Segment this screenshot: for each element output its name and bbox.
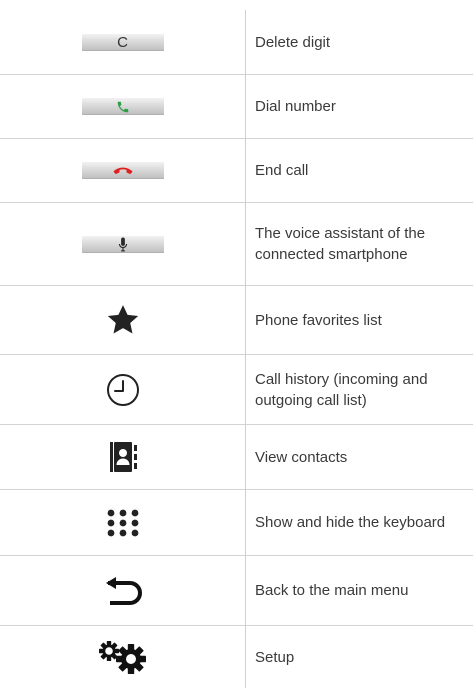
table-row: Dial number <box>0 75 473 138</box>
table-row: End call <box>0 139 473 202</box>
table-row: Call history (incoming and outgoing call… <box>0 355 473 424</box>
star-icon[interactable] <box>106 304 140 336</box>
table-row: Back to the main menu <box>0 556 473 625</box>
row-description: The voice assistant of the connected sma… <box>255 225 426 263</box>
table-row: View contacts <box>0 425 473 489</box>
row-description: Setup <box>255 648 295 666</box>
delete-digit-button[interactable]: C <box>81 33 164 51</box>
phone-hangup-icon <box>113 167 132 174</box>
row-description: Show and hide the keyboard <box>255 514 446 531</box>
table-row: Setup <box>0 626 473 688</box>
dial-number-button[interactable] <box>81 98 164 115</box>
voice-assistant-button[interactable] <box>81 235 164 253</box>
end-call-button[interactable] <box>81 162 164 179</box>
microphone-icon <box>118 236 127 251</box>
clock-icon[interactable] <box>106 373 140 407</box>
keypad-dots-icon[interactable] <box>106 508 140 538</box>
delete-digit-icon: C <box>117 33 128 51</box>
icon-reference-table: C Delete digit Dial number End call The … <box>0 0 473 688</box>
row-description: View contacts <box>255 448 348 466</box>
table-row: Phone favorites list <box>0 286 473 354</box>
gears-icon[interactable] <box>97 640 149 674</box>
contacts-book-icon[interactable] <box>107 441 139 473</box>
row-description: Back to the main menu <box>255 582 409 599</box>
table-row: Show and hide the keyboard <box>0 490 473 555</box>
phone-dial-icon <box>117 101 128 112</box>
back-arrow-icon[interactable] <box>104 576 142 605</box>
row-description: Delete digit <box>255 33 331 51</box>
table-row: C Delete digit <box>0 10 473 74</box>
row-description: End call <box>255 162 309 179</box>
row-description: Call history (incoming and outgoing call… <box>255 370 428 409</box>
table-row: The voice assistant of the connected sma… <box>0 203 473 285</box>
row-description: Phone favorites list <box>255 311 382 329</box>
row-description: Dial number <box>255 98 336 115</box>
